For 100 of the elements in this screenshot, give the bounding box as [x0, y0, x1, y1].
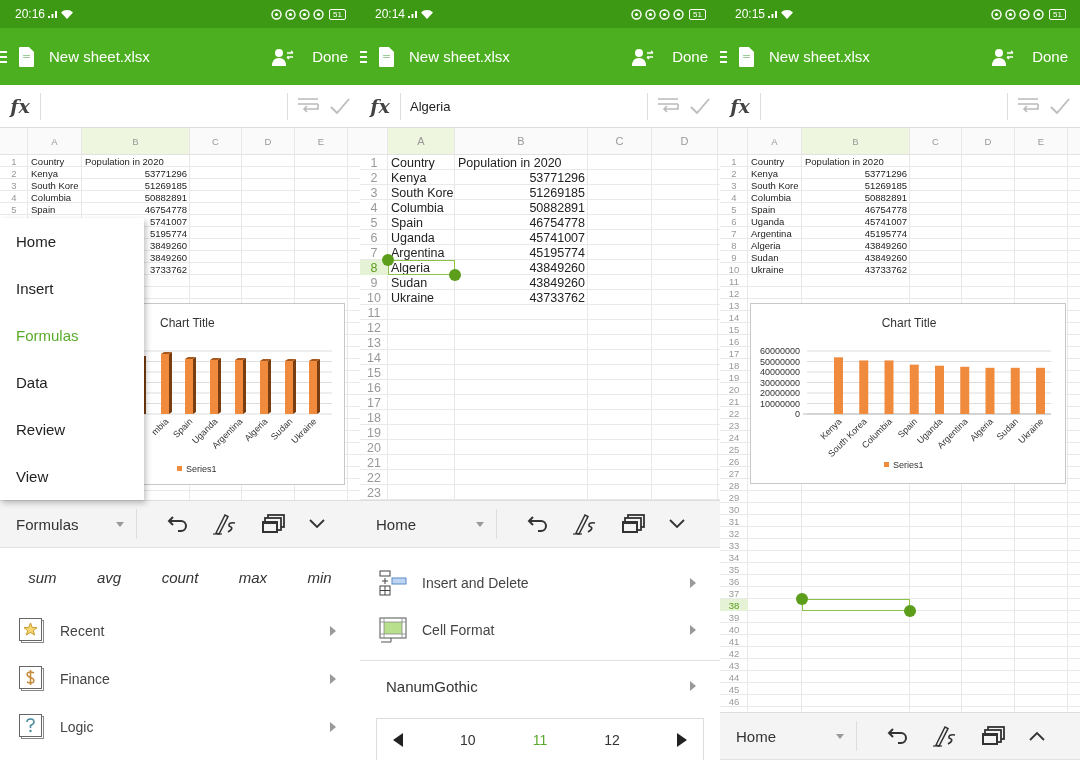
undo-icon[interactable] [527, 515, 549, 533]
row-number[interactable]: 16 [720, 335, 748, 347]
column-header[interactable]: E [295, 128, 348, 154]
function-button[interactable]: avg [93, 565, 126, 590]
row-number[interactable]: 6 [360, 230, 388, 245]
row-number[interactable]: 13 [720, 299, 748, 311]
pen-icon[interactable] [213, 513, 237, 535]
column-header[interactable]: E [1015, 128, 1068, 154]
undo-icon[interactable] [167, 515, 189, 533]
windows-icon[interactable] [621, 514, 645, 534]
row-number[interactable]: 43 [720, 659, 748, 671]
category-item[interactable]: Logic [0, 703, 360, 751]
formula-input[interactable]: Algeria [401, 85, 647, 127]
confirm-icon[interactable] [690, 98, 710, 114]
row-number[interactable]: 2 [360, 170, 388, 185]
done-button[interactable]: Done [672, 48, 708, 65]
row-number[interactable]: 12 [360, 320, 388, 335]
row-number[interactable]: 1 [0, 155, 28, 167]
row-number[interactable]: 28 [720, 479, 748, 491]
column-header[interactable]: B [455, 128, 588, 154]
row-number[interactable]: 5 [720, 203, 748, 215]
row-number[interactable]: 9 [720, 251, 748, 263]
row-number[interactable]: 4 [0, 191, 28, 203]
row-number[interactable]: 24 [720, 431, 748, 443]
menu-item[interactable]: Review [0, 406, 144, 453]
row-number[interactable]: 14 [720, 311, 748, 323]
row-number[interactable]: 16 [360, 380, 388, 395]
confirm-icon[interactable] [1050, 98, 1070, 114]
selection-handle[interactable] [449, 269, 461, 281]
wrap-text-icon[interactable] [297, 97, 319, 115]
row-number[interactable]: 20 [720, 383, 748, 395]
wrap-text-icon[interactable] [657, 97, 679, 115]
row-number[interactable]: 26 [720, 455, 748, 467]
collapse-icon[interactable] [669, 519, 685, 529]
row-number[interactable]: 45 [720, 683, 748, 695]
category-item[interactable]: Recent [0, 607, 360, 655]
row-number[interactable]: 9 [360, 275, 388, 290]
row-number[interactable]: 4 [360, 200, 388, 215]
selection-handle[interactable] [796, 593, 808, 605]
expand-icon[interactable] [1029, 731, 1045, 741]
font-size-option[interactable]: 12 [604, 732, 620, 748]
row-number[interactable]: 8 [360, 260, 388, 275]
row-number[interactable]: 10 [360, 290, 388, 305]
done-button[interactable]: Done [1032, 48, 1068, 65]
menu-item[interactable]: Cell Format [360, 606, 720, 653]
row-number[interactable]: 8 [720, 239, 748, 251]
row-number[interactable]: 4 [720, 191, 748, 203]
row-number[interactable]: 42 [720, 647, 748, 659]
row-number[interactable]: 46 [720, 695, 748, 707]
row-number[interactable]: 32 [720, 527, 748, 539]
row-number[interactable]: 37 [720, 587, 748, 599]
row-number[interactable]: 23 [360, 485, 388, 500]
previous-icon[interactable] [393, 733, 403, 747]
row-number[interactable]: 17 [360, 395, 388, 410]
row-number[interactable]: 23 [720, 419, 748, 431]
function-button[interactable]: count [157, 565, 203, 590]
user-switch-icon[interactable] [272, 47, 295, 66]
row-number[interactable]: 7 [720, 227, 748, 239]
row-number[interactable]: 3 [720, 179, 748, 191]
category-item[interactable]: Finance [0, 655, 360, 703]
row-number[interactable]: 2 [720, 167, 748, 179]
column-header[interactable]: C [910, 128, 962, 154]
pen-icon[interactable] [573, 513, 597, 535]
font-size-option[interactable]: 10 [460, 732, 476, 748]
row-number[interactable]: 35 [720, 563, 748, 575]
row-number[interactable]: 30 [720, 503, 748, 515]
menu-icon[interactable] [0, 49, 7, 64]
row-number[interactable]: 14 [360, 350, 388, 365]
row-number[interactable]: 19 [360, 425, 388, 440]
row-number[interactable]: 3 [0, 179, 28, 191]
row-number[interactable]: 29 [720, 491, 748, 503]
menu-icon[interactable] [720, 49, 727, 64]
row-number[interactable]: 1 [360, 155, 388, 170]
done-button[interactable]: Done [312, 48, 348, 65]
undo-icon[interactable] [887, 727, 909, 745]
row-number[interactable]: 5 [360, 215, 388, 230]
wrap-text-icon[interactable] [1017, 97, 1039, 115]
windows-icon[interactable] [981, 726, 1005, 746]
row-number[interactable]: 15 [720, 323, 748, 335]
row-number[interactable]: 27 [720, 467, 748, 479]
row-number[interactable]: 22 [720, 407, 748, 419]
row-number[interactable]: 18 [720, 359, 748, 371]
row-number[interactable]: 11 [360, 305, 388, 320]
user-switch-icon[interactable] [632, 47, 655, 66]
row-number[interactable]: 1 [720, 155, 748, 167]
row-number[interactable]: 19 [720, 371, 748, 383]
column-header[interactable]: D [242, 128, 295, 154]
function-button[interactable]: max [234, 565, 272, 590]
row-number[interactable]: 10 [720, 263, 748, 275]
row-number[interactable]: 21 [360, 455, 388, 470]
row-number[interactable]: 7 [360, 245, 388, 260]
confirm-icon[interactable] [330, 98, 350, 114]
function-button[interactable]: min [303, 565, 336, 590]
column-header[interactable]: C [588, 128, 652, 154]
row-number[interactable]: 6 [720, 215, 748, 227]
menu-item[interactable]: Data [0, 359, 144, 406]
row-number[interactable]: 20 [360, 440, 388, 455]
row-number[interactable]: 34 [720, 551, 748, 563]
menu-item[interactable]: View [0, 453, 144, 500]
menu-item[interactable]: Home [0, 218, 144, 265]
